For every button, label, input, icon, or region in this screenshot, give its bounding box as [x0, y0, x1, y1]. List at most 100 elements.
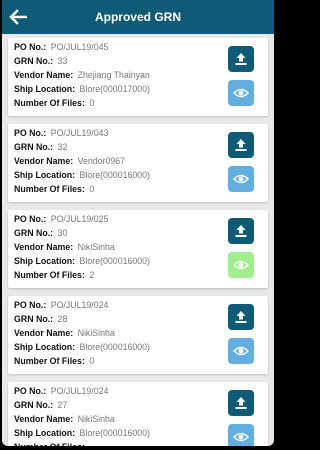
- upload-button[interactable]: [228, 46, 254, 72]
- po-value: PO/JUL19/024: [50, 386, 109, 396]
- po-label: PO No.:: [14, 42, 47, 52]
- page-title: Approved GRN: [94, 10, 181, 24]
- grn-label: GRN No.:: [14, 314, 54, 324]
- eye-icon: [233, 432, 249, 442]
- grn-value: 28: [57, 314, 68, 324]
- upload-icon: [235, 225, 247, 237]
- files-value: 0: [89, 184, 95, 194]
- files-row: Number Of Files: 0: [14, 182, 94, 196]
- vendor-value: Vendor0967: [77, 156, 126, 166]
- po-value: PO/JUL19/043: [50, 128, 109, 138]
- files-label: Number Of Files:: [14, 270, 85, 280]
- po-value: PO/JUL19/045: [50, 42, 109, 52]
- location-row: Ship Location: Blore(000016000): [14, 340, 150, 354]
- vendor-value: NikiSinha: [77, 242, 115, 252]
- location-label: Ship Location:: [14, 256, 76, 266]
- location-row: Ship Location: Blore(000016000): [14, 426, 150, 440]
- files-value: 2: [89, 270, 95, 280]
- upload-icon: [235, 311, 247, 323]
- grn-card[interactable]: PO No.: PO/JUL19/024 GRN No.: 28 Vendor …: [8, 296, 268, 374]
- app-bar: Approved GRN: [2, 0, 274, 34]
- location-label: Ship Location:: [14, 170, 76, 180]
- view-files-button[interactable]: [228, 338, 254, 364]
- vendor-value: NikiSinha: [77, 414, 115, 424]
- po-label: PO No.:: [14, 214, 47, 224]
- vendor-row: Vendor Name: NikiSinha: [14, 412, 115, 426]
- grn-value: 33: [57, 56, 68, 66]
- vendor-value: Zhejiang Thainyan: [77, 70, 150, 80]
- eye-icon: [233, 174, 249, 184]
- location-value: Blore(000016000): [79, 256, 150, 266]
- po-row: PO No.: PO/JUL19/024: [14, 298, 108, 312]
- eye-icon: [233, 260, 249, 270]
- po-row: PO No.: PO/JUL19/024: [14, 384, 108, 398]
- vendor-label: Vendor Name:: [14, 70, 74, 80]
- grn-row: GRN No.: 32: [14, 140, 67, 154]
- grn-label: GRN No.:: [14, 228, 54, 238]
- files-label: Number Of Files:: [14, 356, 85, 366]
- grn-row: GRN No.: 28: [14, 312, 67, 326]
- vendor-label: Vendor Name:: [14, 156, 74, 166]
- location-label: Ship Location:: [14, 428, 76, 438]
- vendor-row: Vendor Name: Zhejiang Thainyan: [14, 68, 150, 82]
- po-row: PO No.: PO/JUL19/025: [14, 212, 108, 226]
- grn-card[interactable]: PO No.: PO/JUL19/045 GRN No.: 33 Vendor …: [8, 38, 268, 116]
- grn-value: 32: [57, 142, 68, 152]
- location-value: Blore(000017000): [79, 84, 150, 94]
- view-files-button[interactable]: [228, 80, 254, 106]
- vendor-label: Vendor Name:: [14, 328, 74, 338]
- upload-icon: [235, 53, 247, 65]
- view-files-button[interactable]: [228, 424, 254, 446]
- eye-icon: [233, 346, 249, 356]
- po-row: PO No.: PO/JUL19/043: [14, 126, 108, 140]
- files-row: Number Of Files:: [14, 440, 87, 446]
- upload-button[interactable]: [228, 390, 254, 416]
- upload-icon: [235, 139, 247, 151]
- po-value: PO/JUL19/025: [50, 214, 109, 224]
- grn-value: 30: [57, 228, 68, 238]
- files-row: Number Of Files: 0: [14, 96, 94, 110]
- po-value: PO/JUL19/024: [50, 300, 109, 310]
- grn-label: GRN No.:: [14, 56, 54, 66]
- files-value: 0: [89, 98, 95, 108]
- view-files-button[interactable]: [228, 166, 254, 192]
- location-row: Ship Location: Blore(000016000): [14, 254, 150, 268]
- vendor-row: Vendor Name: Vendor0967: [14, 154, 125, 168]
- upload-button[interactable]: [228, 218, 254, 244]
- files-row: Number Of Files: 2: [14, 268, 94, 282]
- po-label: PO No.:: [14, 300, 47, 310]
- grn-card[interactable]: PO No.: PO/JUL19/025 GRN No.: 30 Vendor …: [8, 210, 268, 288]
- po-label: PO No.:: [14, 128, 47, 138]
- location-label: Ship Location:: [14, 84, 76, 94]
- location-row: Ship Location: Blore(000017000): [14, 82, 150, 96]
- files-label: Number Of Files:: [14, 442, 85, 446]
- vendor-row: Vendor Name: NikiSinha: [14, 326, 115, 340]
- vendor-label: Vendor Name:: [14, 414, 74, 424]
- location-row: Ship Location: Blore(000016000): [14, 168, 150, 182]
- upload-button[interactable]: [228, 304, 254, 330]
- upload-button[interactable]: [228, 132, 254, 158]
- po-label: PO No.:: [14, 386, 47, 396]
- po-row: PO No.: PO/JUL19/045: [14, 40, 108, 54]
- app-screen: Approved GRN PO No.: PO/JUL19/045 GRN No…: [2, 0, 274, 446]
- files-label: Number Of Files:: [14, 98, 85, 108]
- grn-value: 27: [57, 400, 68, 410]
- vendor-label: Vendor Name:: [14, 242, 74, 252]
- eye-icon: [233, 88, 249, 98]
- location-value: Blore(000016000): [79, 342, 150, 352]
- files-row: Number Of Files: 0: [14, 354, 94, 368]
- grn-row: GRN No.: 27: [14, 398, 67, 412]
- grn-row: GRN No.: 33: [14, 54, 67, 68]
- location-label: Ship Location:: [14, 342, 76, 352]
- location-value: Blore(000016000): [79, 428, 150, 438]
- grn-card[interactable]: PO No.: PO/JUL19/043 GRN No.: 32 Vendor …: [8, 124, 268, 202]
- grn-list[interactable]: PO No.: PO/JUL19/045 GRN No.: 33 Vendor …: [8, 38, 268, 446]
- grn-label: GRN No.:: [14, 400, 54, 410]
- view-files-button[interactable]: [228, 252, 254, 278]
- grn-card[interactable]: PO No.: PO/JUL19/024 GRN No.: 27 Vendor …: [8, 382, 268, 446]
- grn-label: GRN No.:: [14, 142, 54, 152]
- files-value: 0: [89, 356, 95, 366]
- location-value: Blore(000016000): [79, 170, 150, 180]
- vendor-row: Vendor Name: NikiSinha: [14, 240, 115, 254]
- upload-icon: [235, 397, 247, 409]
